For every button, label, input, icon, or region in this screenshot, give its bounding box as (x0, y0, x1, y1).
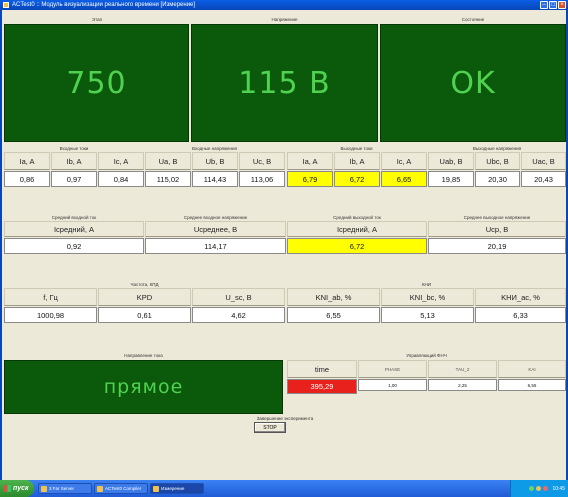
value-input-ub: 114,43 (192, 171, 238, 187)
header-input-ic: Ic, A (98, 152, 144, 170)
value-input-ua: 115,02 (145, 171, 191, 187)
value-input-uc: 113,06 (239, 171, 285, 187)
start-label: пуск (13, 485, 29, 492)
taskbar-item-label: Измерение (161, 486, 185, 491)
value-input-ia: 0,86 (4, 171, 50, 187)
header-output-uac: Uac, B (521, 152, 566, 170)
main-window: Этап 750 Напряжение 115 В Состояние OK В… (0, 10, 568, 480)
value-output-ubc: 20,30 (475, 171, 520, 187)
header-output-ic: Ic, A (381, 152, 427, 170)
value-kni-bc: 5,13 (381, 307, 474, 323)
value-kni-ac: 6,33 (475, 307, 566, 323)
value-output-ia: 6,79 (287, 171, 333, 187)
header-avg-input-voltage: Uсреднее, B (145, 221, 286, 237)
taskbar-item-label: ACTest0 Compiler (105, 486, 142, 491)
group-frequency-efficiency: Частота, КПД (130, 282, 159, 287)
caption-current-direction: Направление тока (124, 353, 163, 358)
group-output-currents: Выходные токи (340, 146, 373, 151)
value-output-uab: 19,85 (428, 171, 474, 187)
caption-avg-output-voltage: Среднее выходное напряжение (463, 215, 531, 220)
caption-avg-input-voltage: Среднее входное напряжение (183, 215, 248, 220)
header-kpd: KPD (98, 288, 191, 306)
caption-avg-input-current: Средний входной ток (51, 215, 97, 220)
window-title: ACTest0 :: Модуль визуализации реального… (12, 2, 196, 8)
value-tau-2: 2,25 (428, 379, 497, 391)
header-phase: PHASE (358, 360, 427, 378)
group-output-voltages: Выходные напряжения (472, 146, 522, 151)
value-kai: 6,55 (498, 379, 566, 391)
close-icon[interactable]: × (558, 1, 566, 9)
windows-logo-icon (4, 485, 11, 492)
value-time: 395,29 (287, 379, 357, 394)
title-bar[interactable]: ACTest0 :: Модуль визуализации реального… (0, 0, 568, 10)
value-input-ic: 0,84 (98, 171, 144, 187)
caption-avg-output-current: Средний выходной ток (333, 215, 381, 220)
panel-caption-stage: Этап (91, 17, 103, 22)
header-input-ua: Ua, B (145, 152, 191, 170)
app-icon (3, 2, 9, 8)
header-avg-output-voltage: Uср, B (428, 221, 566, 237)
system-tray: 10:45 (510, 480, 568, 497)
window-controls: – □ × (540, 1, 566, 9)
header-tau-2: TAU_2 (428, 360, 497, 378)
maximize-icon[interactable]: □ (549, 1, 557, 9)
panel-caption-voltage: Напряжение (271, 17, 298, 22)
start-button[interactable]: пуск (0, 480, 34, 497)
value-output-uac: 20,43 (521, 171, 566, 187)
value-frequency: 1000,98 (4, 307, 97, 323)
value-kpd: 0,61 (98, 307, 191, 323)
header-time: time (287, 360, 357, 378)
group-thd: КНИ (421, 282, 432, 287)
panel-caption-state: Состояние (461, 17, 485, 22)
header-input-uc: Uc, B (239, 152, 285, 170)
header-avg-input-current: Iсредний, A (4, 221, 144, 237)
header-frequency: f, Гц (4, 288, 97, 306)
header-kni-ac: KНИ_ac, % (475, 288, 566, 306)
network-icon[interactable] (529, 486, 535, 491)
volume-icon[interactable] (536, 486, 542, 491)
header-kni-ab: KNI_ab, % (287, 288, 380, 306)
group-input-voltages: Входные напряжения (192, 146, 237, 151)
header-input-ia: Ia, A (4, 152, 50, 170)
stop-button[interactable]: STOP (254, 422, 286, 433)
security-icon[interactable] (543, 486, 549, 491)
value-avg-output-voltage: 20,19 (428, 238, 566, 254)
header-kai: KAI (498, 360, 566, 378)
taskbar-item-compiler[interactable]: ACTest0 Compiler (94, 483, 148, 494)
value-avg-input-current: 0,92 (4, 238, 144, 254)
taskbar: пуск 3 Far Server ACTest0 Compiler Измер… (0, 480, 568, 497)
value-output-ic: 6,65 (381, 171, 427, 187)
value-input-ib: 0,97 (51, 171, 97, 187)
app-icon (41, 486, 47, 492)
value-avg-input-voltage: 114,17 (145, 238, 286, 254)
value-phase: 1,00 (358, 379, 427, 391)
value-kni-ab: 6,55 (287, 307, 380, 323)
header-output-ia: Ia, A (287, 152, 333, 170)
app-icon (97, 486, 103, 492)
header-avg-output-current: Iсредний, A (287, 221, 427, 237)
caption-stop-experiment: Завершение эксперимента (256, 416, 314, 421)
header-output-ib: Ib, A (334, 152, 380, 170)
header-output-uab: Uab, B (428, 152, 474, 170)
header-input-ib: Ib, A (51, 152, 97, 170)
minimize-icon[interactable]: – (540, 1, 548, 9)
state-display: OK (380, 24, 566, 142)
group-input-currents: Входные токи (59, 146, 89, 151)
caption-lowpass-filter: Управляющий ФНЧ (406, 353, 447, 358)
value-avg-output-current: 6,72 (287, 238, 427, 254)
value-u-sc: 4,62 (192, 307, 285, 323)
taskbar-item-measurement[interactable]: Измерение (150, 483, 204, 494)
header-input-ub: Ub, B (192, 152, 238, 170)
taskbar-item-far-server[interactable]: 3 Far Server (38, 483, 92, 494)
value-output-ib: 6,72 (334, 171, 380, 187)
app-icon (153, 486, 159, 492)
stage-display: 750 (4, 24, 189, 142)
clock: 10:45 (552, 485, 565, 492)
header-u-sc: U_sc, B (192, 288, 285, 306)
header-kni-bc: KNI_bc, % (381, 288, 474, 306)
current-direction-display: прямое (4, 360, 283, 414)
taskbar-item-label: 3 Far Server (49, 486, 75, 491)
header-output-ubc: Ubc, B (475, 152, 520, 170)
voltage-display: 115 В (191, 24, 378, 142)
